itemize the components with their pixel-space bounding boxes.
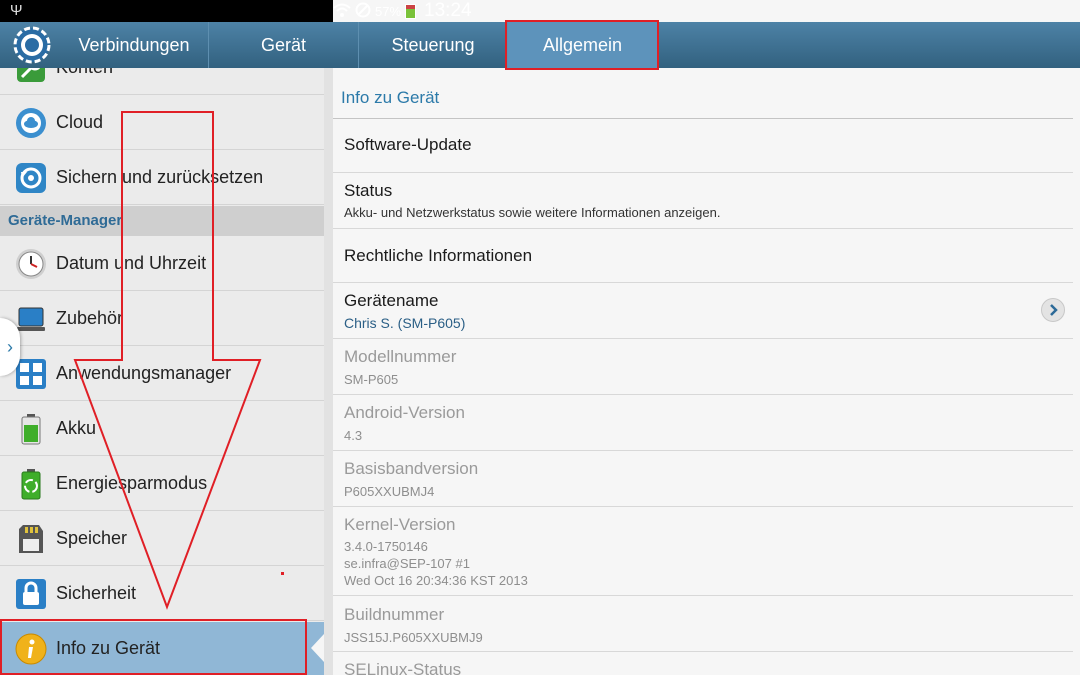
row-summary: Chris S. (SM-P605) (344, 315, 466, 331)
row-title: Software-Update (344, 135, 472, 154)
sidebar-item-backup[interactable]: Sichern und zurücksetzen (0, 151, 324, 205)
clock-time: 13:24 (424, 0, 472, 21)
sidebar-item-zubehoer[interactable]: Zubehör (0, 292, 324, 346)
row-summary-line: se.infra@SEP-107 #1 (344, 556, 470, 571)
sidebar-item-label: Cloud (56, 112, 104, 132)
lock-icon (15, 578, 47, 610)
row-summary: JSS15J.P605XXUBMJ9 (344, 630, 483, 645)
battery-icon (15, 413, 47, 445)
apps-icon (15, 358, 47, 390)
clock-icon (15, 248, 47, 280)
backup-icon (15, 162, 47, 194)
info-icon (15, 633, 47, 665)
panel-header: Info zu Gerät (341, 88, 440, 107)
row-buildnummer: Buildnummer JSS15J.P605XXUBMJ9 (333, 596, 1073, 650)
row-title: Android-Version (344, 403, 465, 422)
sidebar-item-label: Akku (56, 418, 97, 438)
sidebar-item-konten[interactable]: Konten (0, 68, 324, 95)
sidebar-item-label: Datum und Uhrzeit (56, 253, 207, 273)
settings-tabbar: Verbindungen Gerät Steuerung Allgemein (0, 22, 1080, 68)
row-summary: 4.3 (344, 428, 363, 443)
selection-pointer (311, 634, 324, 662)
accessory-icon (15, 303, 47, 335)
storage-icon (15, 523, 47, 555)
sidebar-item-label: Energiesparmodus (56, 473, 208, 493)
row-summary: SM-P605 (344, 372, 399, 387)
row-title: Buildnummer (344, 605, 445, 624)
row-summary-line: 3.4.0-1750146 (344, 539, 428, 554)
sidebar-item-info[interactable]: Info zu Gerät (0, 622, 324, 675)
wifi-icon (333, 2, 351, 21)
sidebar-item-label: Sicherheit (56, 583, 137, 603)
settings-gear-icon (13, 26, 51, 64)
row-title: Rechtliche Informationen (344, 246, 533, 265)
row-kernel-version: Kernel-Version 3.4.0-1750146 se.infra@SE… (333, 507, 1073, 595)
sidebar-item-cloud[interactable]: Cloud (0, 96, 324, 150)
sidebar-item-speicher[interactable]: Speicher (0, 512, 324, 566)
row-basisbandversion: Basisbandversion P605XXUBMJ4 (333, 451, 1073, 505)
cloud-icon (15, 107, 47, 139)
pane-divider (324, 68, 333, 675)
device-info-panel[interactable]: Info zu Gerät Software-Update Status Akk… (333, 68, 1080, 675)
row-software-update[interactable]: Software-Update (333, 119, 1073, 169)
row-title: Status (344, 181, 393, 200)
battery-percent: 57% (375, 3, 402, 19)
row-title: SELinux-Status (344, 660, 462, 675)
tab-steuerung[interactable]: Steuerung (358, 22, 507, 68)
chevron-right-icon[interactable] (1041, 298, 1065, 322)
row-selinux-status: SELinux-Status (333, 652, 1073, 675)
recycle-icon (15, 468, 47, 500)
sidebar-item-label: Zubehör (56, 308, 124, 328)
key-icon (15, 68, 47, 84)
sidebar-item-datum[interactable]: Datum und Uhrzeit (0, 237, 324, 291)
section-header-geraete-manager: Geräte-Manager (0, 206, 324, 236)
sidebar-item-apps[interactable]: Anwendungsmanager (0, 347, 324, 401)
tab-verbindungen[interactable]: Verbindungen (60, 22, 208, 68)
row-summary: P605XXUBMJ4 (344, 484, 435, 499)
row-modellnummer: Modellnummer SM-P605 (333, 339, 1073, 393)
usb-icon: Ψ (10, 2, 23, 19)
row-summary: Akku- und Netzwerkstatus sowie weitere I… (344, 205, 721, 220)
sidebar-item-label: Sichern und zurücksetzen (56, 167, 264, 187)
row-title: Modellnummer (344, 347, 457, 366)
tab-allgemein[interactable]: Allgemein (507, 22, 657, 68)
blocked-icon (355, 2, 371, 21)
sidebar-item-label: Anwendungsmanager (56, 363, 232, 383)
row-title: Basisbandversion (344, 459, 479, 478)
row-title: Kernel-Version (344, 515, 456, 534)
row-rechtliche-informationen[interactable]: Rechtliche Informationen (333, 229, 1073, 281)
sidebar-item-energiespar[interactable]: Energiesparmodus (0, 457, 324, 511)
row-android-version: Android-Version 4.3 (333, 395, 1073, 449)
sidebar-item-akku[interactable]: Akku (0, 402, 324, 456)
row-summary-line: Wed Oct 16 20:34:36 KST 2013 (344, 573, 528, 588)
sidebar-item-sicherheit[interactable]: Sicherheit (0, 567, 324, 621)
battery-icon (405, 3, 417, 19)
tab-geraet[interactable]: Gerät (208, 22, 358, 68)
status-bar: Ψ 57% 13:24 (0, 0, 1080, 22)
row-title: Gerätename (344, 291, 439, 310)
sidebar-item-label: Konten (56, 68, 113, 78)
sidebar-item-label: Info zu Gerät (56, 638, 161, 658)
row-geraetename[interactable]: Gerätename Chris S. (SM-P605) (333, 283, 1073, 337)
row-status[interactable]: Status Akku- und Netzwerkstatus sowie we… (333, 173, 1073, 227)
settings-category-list[interactable]: Konten Cloud Sichern und zurücksetzen Ge… (0, 68, 324, 675)
sidebar-item-label: Speicher (56, 528, 128, 548)
